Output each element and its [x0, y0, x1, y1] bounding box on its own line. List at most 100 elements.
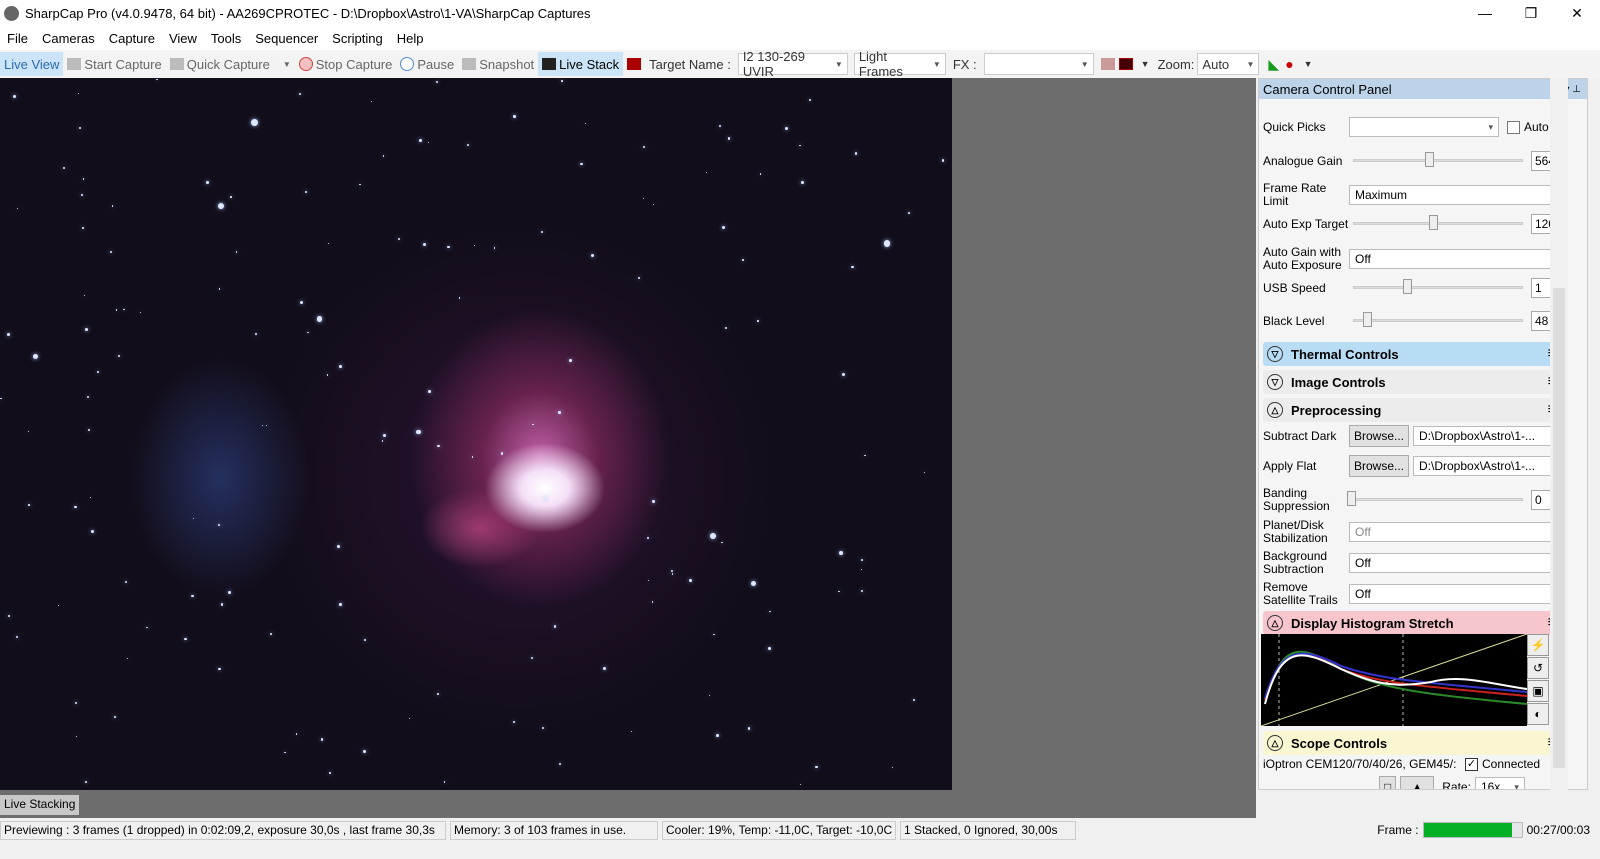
rate-value: 16x: [1480, 780, 1501, 790]
live-view-button[interactable]: Live View: [0, 52, 64, 76]
star: [553, 625, 557, 628]
connected-checkbox[interactable]: ✓: [1465, 757, 1478, 771]
live-stack-button[interactable]: Live Stack: [538, 52, 624, 76]
apply-flat-browse-button[interactable]: Browse...: [1349, 455, 1410, 477]
banding-slider[interactable]: [1347, 491, 1523, 509]
auto-exp-slider[interactable]: [1349, 215, 1523, 233]
camera-icon: [169, 58, 184, 70]
background-subtraction-select[interactable]: Off▾: [1349, 553, 1563, 573]
menu-file[interactable]: File: [0, 31, 35, 46]
menu-capture[interactable]: Capture: [102, 31, 162, 46]
star: [670, 570, 673, 573]
preprocessing-header[interactable]: △Preprocessing≡: [1263, 398, 1563, 422]
analogue-gain-slider[interactable]: [1349, 152, 1523, 170]
menu-cameras[interactable]: Cameras: [35, 31, 102, 46]
star: [114, 716, 117, 719]
star: [84, 781, 87, 784]
start-capture-button[interactable]: Start Capture: [63, 52, 165, 76]
star: [218, 523, 221, 526]
quick-picks-select[interactable]: ▾: [1349, 117, 1499, 137]
frame-rate-label: Frame Rate Limit: [1263, 181, 1327, 208]
star: [364, 639, 367, 642]
menu-view[interactable]: View: [162, 31, 204, 46]
stabilization-value: Off: [1355, 525, 1371, 539]
minimize-button[interactable]: —: [1462, 0, 1508, 26]
thermal-controls-header[interactable]: ▽Thermal Controls≡: [1263, 342, 1563, 366]
star: [75, 735, 78, 738]
menu-sequencer[interactable]: Sequencer: [248, 31, 325, 46]
fx-combo[interactable]: ▼: [983, 53, 1094, 75]
star: [630, 730, 633, 733]
chevron-down-icon[interactable]: ▼: [1304, 59, 1313, 69]
zoom-combo[interactable]: Auto ▼: [1197, 53, 1260, 75]
star: [912, 698, 916, 702]
frame-type-value: Light Frames: [858, 49, 903, 79]
usb-speed-slider[interactable]: [1349, 279, 1523, 297]
histogram-stretch-title: Display Histogram Stretch: [1291, 615, 1454, 631]
frame-rate-value: Maximum: [1355, 188, 1408, 202]
auto-gain-select[interactable]: Off▾: [1349, 249, 1563, 269]
star: [235, 251, 238, 253]
satellite-trails-select[interactable]: Off▾: [1349, 584, 1563, 604]
zoom-lens-icon[interactable]: ●: [1285, 56, 1293, 72]
histogram-icon[interactable]: ◣: [1268, 56, 1279, 73]
frame-progress-bar: [1422, 822, 1523, 838]
star: [720, 541, 723, 544]
star: [544, 497, 547, 500]
target-name-combo[interactable]: I2 130-269 UVIR ▼: [737, 49, 848, 79]
slew-north-button[interactable]: ▲: [1400, 776, 1435, 789]
restore-button[interactable]: ❐: [1508, 0, 1554, 26]
reset-icon[interactable]: ↺: [1527, 657, 1549, 679]
close-button[interactable]: ✕: [1554, 0, 1600, 26]
star: [471, 456, 474, 458]
panel-scrollbar[interactable]: [1550, 78, 1568, 790]
pause-button[interactable]: Pause: [396, 52, 458, 76]
pause-label: Pause: [417, 56, 455, 72]
star: [316, 316, 323, 322]
frame-type-combo[interactable]: Light Frames ▼: [853, 49, 946, 79]
menu-help[interactable]: Help: [390, 31, 431, 46]
chevron-down-icon: ▽: [1267, 374, 1283, 390]
black-level-slider[interactable]: [1349, 312, 1523, 330]
star: [329, 771, 332, 774]
reticle-icon: [627, 58, 642, 70]
auto-gain-label: Auto Gain with Auto Exposure: [1263, 245, 1342, 272]
menu-scripting[interactable]: Scripting: [325, 31, 390, 46]
star: [643, 197, 645, 199]
star: [283, 751, 286, 754]
subtract-dark-browse-button[interactable]: Browse...: [1349, 425, 1410, 447]
image-controls-header[interactable]: ▽Image Controls≡: [1263, 370, 1563, 394]
snapshot-button[interactable]: Snapshot: [458, 52, 538, 76]
stop-slew-button[interactable]: □: [1379, 776, 1397, 789]
histogram-stretch-header[interactable]: △Display Histogram Stretch≡: [1263, 611, 1563, 635]
frame-rate-select[interactable]: Maximum▾: [1349, 185, 1563, 205]
live-stacking-tab[interactable]: Live Stacking: [0, 795, 80, 815]
quick-capture-button[interactable]: Quick Capture ▼: [166, 52, 295, 76]
mask-icon[interactable]: [1118, 58, 1133, 70]
image-viewer[interactable]: [0, 78, 1256, 792]
star: [651, 601, 654, 604]
contrast-icon[interactable]: ◐: [1527, 703, 1549, 725]
auto-stretch-icon[interactable]: ⚡: [1527, 634, 1549, 656]
auto-checkbox[interactable]: [1507, 120, 1520, 134]
star: [427, 142, 430, 144]
apply-flat-select[interactable]: D:\Dropbox\Astro\1-...▾: [1413, 456, 1563, 476]
stabilization-select[interactable]: Off▾: [1349, 522, 1563, 542]
menu-tools[interactable]: Tools: [204, 31, 248, 46]
chevron-down-icon[interactable]: ▼: [1141, 59, 1150, 69]
scrollbar-thumb[interactable]: [1553, 288, 1565, 768]
chevron-down-icon[interactable]: ▼: [283, 60, 291, 69]
stop-capture-button[interactable]: Stop Capture: [295, 52, 397, 76]
subtract-dark-select[interactable]: D:\Dropbox\Astro\1-...▾: [1413, 426, 1563, 446]
scope-controls-header[interactable]: △Scope Controls≡: [1263, 731, 1563, 755]
star: [646, 537, 649, 540]
rate-select[interactable]: 16x ▾: [1474, 777, 1525, 790]
banding-label: Banding Suppression: [1263, 486, 1330, 513]
reticle-button[interactable]: [623, 52, 645, 76]
zoom-value: Auto: [1202, 56, 1230, 72]
histogram-display[interactable]: [1261, 634, 1527, 726]
image-toggle-icon[interactable]: [1100, 58, 1115, 70]
star: [591, 254, 595, 258]
save-icon[interactable]: ▣: [1527, 680, 1549, 702]
star: [381, 440, 384, 442]
